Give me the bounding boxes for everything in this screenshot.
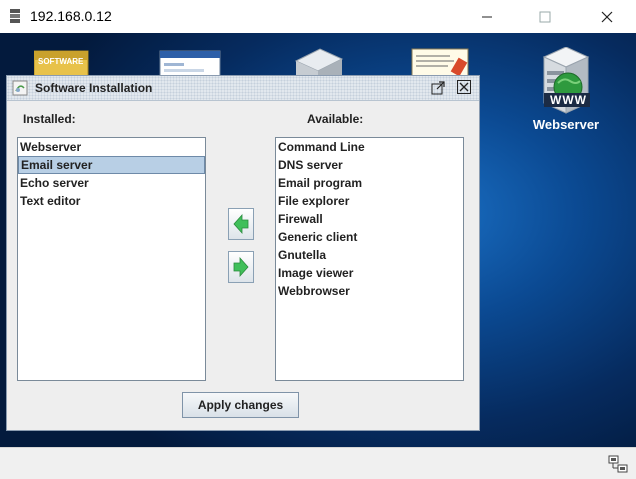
app-icon xyxy=(10,9,20,23)
available-list[interactable]: Command Line DNS server Email program Fi… xyxy=(275,137,464,381)
status-bar xyxy=(0,447,636,479)
available-item[interactable]: Webbrowser xyxy=(276,282,463,300)
dialog-titlebar[interactable]: Software Installation xyxy=(7,76,479,101)
webserver-desktop-label: Webserver xyxy=(532,117,600,132)
window-titlebar: 192.168.0.12 xyxy=(0,0,636,34)
software-icon-text: SOFTWARE xyxy=(38,57,84,66)
dialog-close-icon[interactable] xyxy=(457,80,471,94)
dialog-app-icon xyxy=(12,80,28,96)
network-icon[interactable] xyxy=(608,454,628,474)
maximize-icon xyxy=(539,11,551,22)
minimize-icon xyxy=(482,16,492,17)
uninstall-arrow-button[interactable] xyxy=(228,251,254,283)
available-label: Available: xyxy=(307,112,364,126)
available-item[interactable]: Gnutella xyxy=(276,246,463,264)
available-item[interactable]: File explorer xyxy=(276,192,463,210)
window-title: 192.168.0.12 xyxy=(30,8,112,24)
installed-item[interactable]: Echo server xyxy=(18,174,205,192)
installed-list[interactable]: Webserver Email server Echo server Text … xyxy=(17,137,206,381)
installed-item[interactable]: Webserver xyxy=(18,138,205,156)
available-item[interactable]: Command Line xyxy=(276,138,463,156)
arrow-left-icon xyxy=(233,213,249,235)
maximize-button[interactable] xyxy=(522,0,568,33)
apply-changes-button[interactable]: Apply changes xyxy=(182,392,299,418)
minimize-button[interactable] xyxy=(464,0,510,33)
software-installation-dialog: Software Installation Installed: Availab… xyxy=(6,75,480,431)
close-button[interactable] xyxy=(584,0,630,33)
www-icon-text: WWW xyxy=(550,93,587,107)
available-item[interactable]: Email program xyxy=(276,174,463,192)
available-item[interactable]: Generic client xyxy=(276,228,463,246)
available-item[interactable]: DNS server xyxy=(276,156,463,174)
dialog-title: Software Installation xyxy=(35,81,153,95)
available-item[interactable]: Firewall xyxy=(276,210,463,228)
available-item[interactable]: Image viewer xyxy=(276,264,463,282)
arrow-right-icon xyxy=(233,256,249,278)
install-arrow-button[interactable] xyxy=(228,208,254,240)
installed-item-selected[interactable]: Email server xyxy=(18,156,205,174)
installed-item[interactable]: Text editor xyxy=(18,192,205,210)
dialog-popout-icon[interactable] xyxy=(431,81,445,95)
close-icon xyxy=(601,11,613,22)
installed-label: Installed: xyxy=(23,112,76,126)
